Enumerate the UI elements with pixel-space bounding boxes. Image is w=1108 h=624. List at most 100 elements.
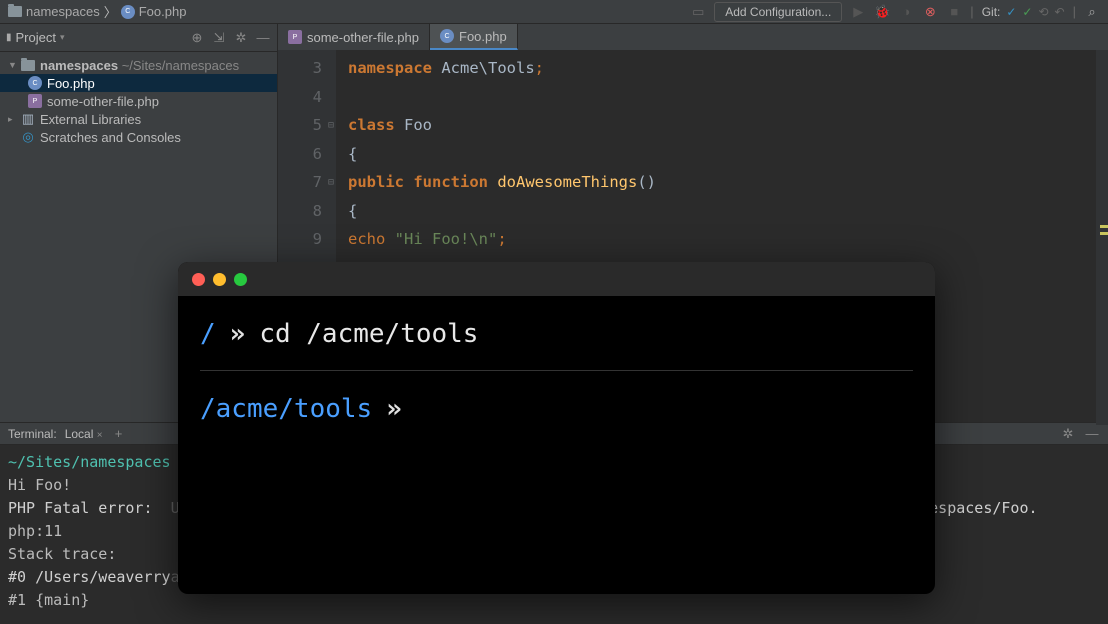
- term-line: #1 {main}: [8, 591, 89, 609]
- fold-icon[interactable]: ⊟: [324, 112, 334, 141]
- minimize-button[interactable]: [213, 273, 226, 286]
- libraries-icon: ▥: [21, 112, 35, 126]
- breadcrumb-file[interactable]: C Foo.php: [121, 4, 187, 19]
- build-icon[interactable]: ▭: [690, 4, 706, 20]
- close-button[interactable]: [192, 273, 205, 286]
- tree-file-other[interactable]: P some-other-file.php: [0, 92, 277, 110]
- namespace-name: Acme\Tools: [441, 59, 534, 77]
- git-revert-icon[interactable]: ↶: [1055, 5, 1065, 19]
- terminal-add-button[interactable]: +: [111, 426, 127, 442]
- tree-file-label: some-other-file.php: [47, 94, 159, 109]
- project-dropdown-icon[interactable]: ▾: [60, 32, 65, 43]
- scroll-marker: [1100, 232, 1108, 235]
- debug-icon[interactable]: 🐞: [874, 4, 890, 20]
- locate-icon[interactable]: ⊕: [189, 30, 205, 46]
- terminal-hide-icon[interactable]: —: [1084, 426, 1100, 442]
- terminal-tab-local[interactable]: Local ×: [65, 427, 103, 441]
- breadcrumb-folder[interactable]: namespaces: [8, 4, 100, 19]
- toolbar-right: ▭ Add Configuration... ▶ 🐞 ◑ ⊗ ■ | Git: …: [690, 2, 1100, 22]
- term-line: Hi Foo!: [8, 476, 71, 494]
- php-file-icon: P: [28, 94, 42, 108]
- line-number: 7: [278, 168, 322, 197]
- settings-icon[interactable]: ✲: [233, 30, 249, 46]
- tree-root-path: ~/Sites/namespaces: [122, 58, 239, 73]
- git-toolbar: Git: ✓ ✓ ⟲ ↶: [982, 5, 1065, 19]
- php-icon: C: [440, 29, 454, 43]
- git-label: Git:: [982, 5, 1001, 19]
- line-number: 8: [278, 197, 322, 226]
- folder-icon: [8, 6, 22, 17]
- kw-namespace: namespace: [348, 59, 432, 77]
- line-number: 9: [278, 225, 322, 254]
- kw-public: public: [348, 173, 404, 191]
- line-number: 6: [278, 140, 322, 169]
- add-configuration-button[interactable]: Add Configuration...: [714, 2, 842, 22]
- overlay-titlebar[interactable]: [178, 262, 935, 296]
- php-file-icon: P: [288, 30, 302, 44]
- ot-prompt-path: /acme/tools: [200, 389, 372, 429]
- coverage-icon[interactable]: ◑: [898, 4, 914, 20]
- kw-echo: echo: [348, 230, 385, 248]
- breadcrumb-folder-label: namespaces: [26, 4, 100, 19]
- php-icon: C: [121, 5, 135, 19]
- tree-root[interactable]: ▼ namespaces ~/Sites/namespaces: [0, 56, 277, 74]
- tab-foo[interactable]: C Foo.php: [430, 24, 518, 50]
- breadcrumbs: namespaces 〉 C Foo.php: [8, 2, 186, 21]
- git-update-icon[interactable]: ✓: [1006, 5, 1016, 19]
- run-icon[interactable]: ▶: [850, 4, 866, 20]
- caret-right-icon: ▸: [8, 114, 16, 125]
- kw-function: function: [413, 173, 488, 191]
- search-icon[interactable]: ⌕: [1084, 4, 1100, 20]
- terminal-settings-icon[interactable]: ✲: [1060, 426, 1076, 442]
- line-number: 4: [278, 83, 322, 112]
- string-lit: "Hi Foo!\n": [395, 230, 498, 248]
- semi: ;: [497, 230, 506, 248]
- scrollbar[interactable]: [1096, 50, 1108, 425]
- term-line: php:11: [8, 522, 62, 540]
- php-icon: C: [28, 76, 42, 90]
- tree-scratches[interactable]: ◎ Scratches and Consoles: [0, 128, 277, 146]
- term-line: #0 /Users/weaverry: [8, 568, 171, 586]
- brace: {: [348, 202, 357, 220]
- editor-tabs: P some-other-file.php C Foo.php: [278, 24, 1108, 50]
- tree-file-foo[interactable]: C Foo.php: [0, 74, 277, 92]
- git-history-icon[interactable]: ⟲: [1038, 5, 1048, 19]
- ot-prompt-path: /: [200, 314, 216, 354]
- method-name: doAwesomeThings: [497, 173, 637, 191]
- kw-class: class: [348, 116, 395, 134]
- overlay-terminal-body[interactable]: / » cd /acme/tools /acme/tools »: [178, 296, 935, 447]
- profile-icon[interactable]: ⊗: [922, 4, 938, 20]
- hide-icon[interactable]: —: [255, 30, 271, 46]
- parens: (): [637, 173, 656, 191]
- line-number: 5: [278, 111, 322, 140]
- project-tab-icon: ▮: [6, 32, 12, 43]
- ot-command: cd /acme/tools: [259, 314, 478, 354]
- ot-prompt-arrow: »: [386, 389, 402, 429]
- stop-icon[interactable]: ■: [946, 4, 962, 20]
- breadcrumb-file-label: Foo.php: [139, 4, 187, 19]
- tree-external-libraries[interactable]: ▸ ▥ External Libraries: [0, 110, 277, 128]
- tree-root-label: namespaces: [40, 58, 118, 73]
- breadcrumb-separator: 〉: [104, 2, 117, 21]
- project-title[interactable]: Project: [16, 30, 56, 45]
- ot-separator: [200, 370, 913, 371]
- semi: ;: [535, 59, 544, 77]
- term-line: Stack trace:: [8, 545, 116, 563]
- terminal-title: Terminal:: [8, 427, 57, 441]
- folder-icon: [21, 60, 35, 71]
- fold-icon[interactable]: ⊟: [324, 169, 334, 198]
- tab-label: some-other-file.php: [307, 30, 419, 45]
- tab-label: Foo.php: [459, 29, 507, 44]
- overlay-terminal-window[interactable]: / » cd /acme/tools /acme/tools »: [178, 262, 935, 594]
- git-commit-icon[interactable]: ✓: [1022, 5, 1032, 19]
- scroll-marker: [1100, 225, 1108, 228]
- class-name: Foo: [404, 116, 432, 134]
- caret-down-icon: ▼: [8, 60, 16, 70]
- scratches-icon: ◎: [21, 130, 35, 144]
- ot-prompt-arrow: »: [230, 314, 246, 354]
- line-number: 3: [278, 54, 322, 83]
- maximize-button[interactable]: [234, 273, 247, 286]
- brace: {: [348, 145, 357, 163]
- expand-icon[interactable]: ⇲: [211, 30, 227, 46]
- tab-some-other-file[interactable]: P some-other-file.php: [278, 24, 430, 50]
